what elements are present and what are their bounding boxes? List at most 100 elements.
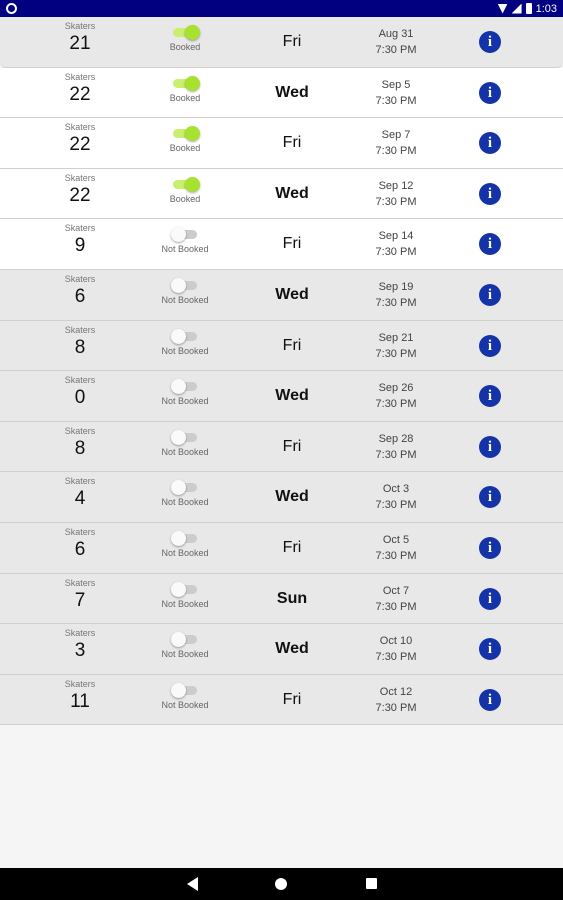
- session-row[interactable]: Skaters 4 Not Booked Wed Oct 3 7:30 PM i: [0, 472, 563, 523]
- booking-status-label: Not Booked: [161, 294, 209, 305]
- session-row[interactable]: Skaters 22 Booked Wed Sep 12 7:30 PM i: [0, 168, 563, 220]
- booking-toggle-group: Not Booked: [150, 480, 220, 507]
- session-day: Wed: [275, 640, 309, 658]
- home-icon[interactable]: [275, 878, 287, 890]
- skaters-number: 8: [74, 336, 86, 358]
- wifi-icon: [497, 3, 508, 14]
- notification-icon: [6, 3, 17, 14]
- info-icon[interactable]: i: [479, 182, 501, 205]
- booking-switch[interactable]: [171, 480, 199, 496]
- skaters-label: Skaters: [64, 526, 96, 537]
- session-date: Aug 31: [378, 28, 414, 40]
- skaters-count: Skaters 11: [40, 679, 120, 713]
- session-row[interactable]: Skaters 9 Not Booked Fri Sep 14 7:30 PM i: [0, 219, 563, 270]
- switch-thumb: [171, 328, 186, 344]
- booking-switch[interactable]: [171, 581, 199, 597]
- session-row[interactable]: Skaters 21 Booked Fri Aug 31 7:30 PM i: [0, 17, 563, 68]
- booking-switch[interactable]: [171, 429, 199, 445]
- booking-switch[interactable]: [171, 379, 199, 395]
- session-row[interactable]: Skaters 11 Not Booked Fri Oct 12 7:30 PM i: [0, 674, 563, 726]
- status-time: 1:03: [535, 2, 557, 15]
- info-icon[interactable]: i: [479, 486, 501, 509]
- booking-toggle-group: Not Booked: [150, 682, 220, 710]
- info-icon[interactable]: i: [479, 587, 501, 610]
- skaters-number: 3: [74, 640, 86, 662]
- session-day: Fri: [282, 134, 302, 152]
- skaters-label: Skaters: [64, 375, 96, 386]
- info-icon[interactable]: i: [479, 233, 501, 256]
- recent-apps-icon[interactable]: [366, 878, 377, 889]
- navigation-bar: [0, 868, 563, 900]
- info-icon[interactable]: i: [479, 132, 501, 155]
- switch-thumb: [171, 632, 186, 648]
- info-icon[interactable]: i: [479, 31, 501, 53]
- booking-switch[interactable]: [171, 176, 200, 192]
- booking-status-label: Not Booked: [161, 244, 209, 255]
- info-icon[interactable]: i: [479, 435, 501, 458]
- booking-status-label: Not Booked: [161, 598, 209, 609]
- booking-switch[interactable]: [171, 227, 199, 243]
- session-row[interactable]: Skaters 22 Booked Wed Sep 5 7:30 PM i: [0, 67, 563, 119]
- booking-switch[interactable]: [171, 328, 199, 344]
- info-icon[interactable]: i: [479, 638, 501, 661]
- session-row[interactable]: Skaters 8 Not Booked Fri Sep 21 7:30 PM i: [0, 320, 563, 372]
- switch-thumb: [185, 176, 200, 192]
- booking-switch[interactable]: [171, 25, 200, 40]
- switch-thumb: [185, 75, 200, 91]
- session-row[interactable]: Skaters 22 Booked Fri Sep 7 7:30 PM i: [0, 118, 563, 169]
- booking-toggle-group: Booked: [150, 25, 220, 52]
- info-icon[interactable]: i: [479, 536, 501, 559]
- session-row[interactable]: Skaters 6 Not Booked Fri Oct 5 7:30 PM i: [0, 522, 563, 574]
- info-icon[interactable]: i: [479, 688, 501, 711]
- skaters-count: Skaters 22: [40, 122, 120, 156]
- booking-switch[interactable]: [171, 126, 200, 142]
- session-row[interactable]: Skaters 6 Not Booked Wed Sep 19 7:30 PM i: [0, 269, 563, 321]
- booking-toggle-group: Booked: [150, 75, 220, 103]
- session-day: Wed: [275, 387, 309, 405]
- info-icon[interactable]: i: [479, 283, 501, 306]
- booking-switch[interactable]: [171, 75, 200, 91]
- info-icon[interactable]: i: [479, 385, 501, 408]
- switch-thumb: [171, 379, 186, 395]
- session-day: Wed: [275, 285, 309, 303]
- session-datetime: Oct 5 7:30 PM: [356, 532, 436, 564]
- skaters-label: Skaters: [64, 172, 96, 183]
- status-bar: 1:03: [0, 0, 563, 17]
- skaters-number: 22: [69, 134, 91, 156]
- session-row[interactable]: Skaters 3 Not Booked Wed Oct 10 7:30 PM i: [0, 624, 563, 675]
- skaters-count: Skaters 8: [40, 426, 120, 460]
- booking-status-label: Not Booked: [161, 345, 209, 356]
- back-icon[interactable]: [187, 877, 198, 891]
- booking-status-label: Booked: [169, 193, 201, 204]
- session-time: 7:30 PM: [375, 44, 417, 56]
- booking-switch[interactable]: [171, 632, 199, 648]
- session-date: Oct 7: [382, 584, 410, 597]
- booking-status-label: Not Booked: [161, 396, 209, 407]
- session-date: Oct 10: [379, 635, 413, 648]
- skaters-count: Skaters 6: [40, 527, 120, 561]
- session-day: Fri: [282, 690, 302, 708]
- session-row[interactable]: Skaters 8 Not Booked Fri Sep 28 7:30 PM i: [0, 421, 563, 473]
- booking-switch[interactable]: [171, 530, 199, 546]
- booking-switch[interactable]: [171, 682, 199, 698]
- booking-toggle-group: Not Booked: [150, 277, 220, 305]
- skaters-label: Skaters: [64, 324, 96, 335]
- session-datetime: Aug 31 7:30 PM: [356, 26, 436, 58]
- booking-toggle-group: Booked: [150, 176, 220, 204]
- session-row[interactable]: Skaters 7 Not Booked Sun Oct 7 7:30 PM i: [0, 573, 563, 625]
- skaters-number: 0: [74, 387, 86, 409]
- booking-toggle-group: Not Booked: [150, 227, 220, 254]
- skaters-label: Skaters: [64, 577, 96, 588]
- skaters-count: Skaters 9: [40, 223, 120, 257]
- skaters-count: Skaters 22: [40, 72, 120, 106]
- session-datetime: Sep 21 7:30 PM: [356, 330, 436, 362]
- info-icon[interactable]: i: [479, 334, 501, 357]
- info-icon[interactable]: i: [479, 81, 501, 104]
- session-day: Sun: [276, 589, 308, 607]
- booking-switch[interactable]: [171, 277, 199, 293]
- skaters-label: Skaters: [64, 678, 96, 689]
- switch-thumb: [171, 682, 186, 698]
- session-row[interactable]: Skaters 0 Not Booked Wed Sep 26 7:30 PM i: [0, 371, 563, 422]
- booking-toggle-group: Not Booked: [150, 581, 220, 609]
- session-time: 7:30 PM: [375, 600, 417, 613]
